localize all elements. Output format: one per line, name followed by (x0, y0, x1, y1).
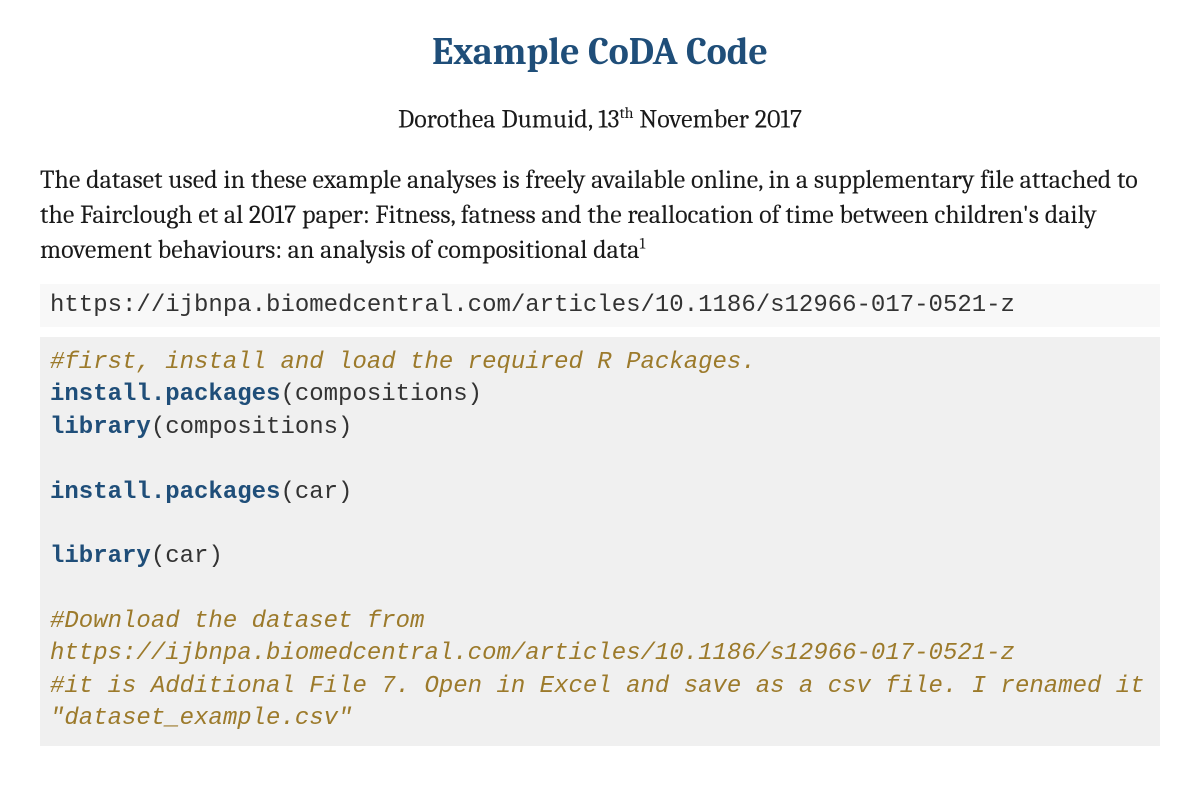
code-keyword: library (50, 414, 151, 441)
url-block: https://ijbnpa.biomedcentral.com/article… (40, 284, 1160, 327)
byline: Dorothea Dumuid, 13th November 2017 (40, 104, 1160, 135)
code-plain: (compositions) (280, 381, 482, 408)
code-comment: #Download the dataset from https://ijbnp… (50, 608, 1015, 667)
code-comment: #it is Additional File 7. Open in Excel … (50, 673, 1159, 732)
intro-text-content: The dataset used in these example analys… (40, 165, 1138, 265)
code-plain: (compositions) (151, 414, 353, 441)
code-plain: (car) (151, 543, 223, 570)
code-block: #first, install and load the required R … (40, 337, 1160, 746)
code-keyword: install.packages (50, 479, 280, 506)
code-plain: (car) (280, 479, 352, 506)
byline-author: Dorothea Dumuid, 13 (398, 105, 620, 135)
intro-paragraph: The dataset used in these example analys… (40, 163, 1160, 268)
code-comment: #first, install and load the required R … (50, 349, 756, 376)
code-keyword: install.packages (50, 381, 280, 408)
footnote-marker: 1 (639, 234, 645, 252)
byline-ordinal: th (619, 104, 633, 122)
code-keyword: library (50, 543, 151, 570)
page-title: Example CoDA Code (40, 30, 1160, 74)
byline-date: November 2017 (634, 105, 802, 135)
